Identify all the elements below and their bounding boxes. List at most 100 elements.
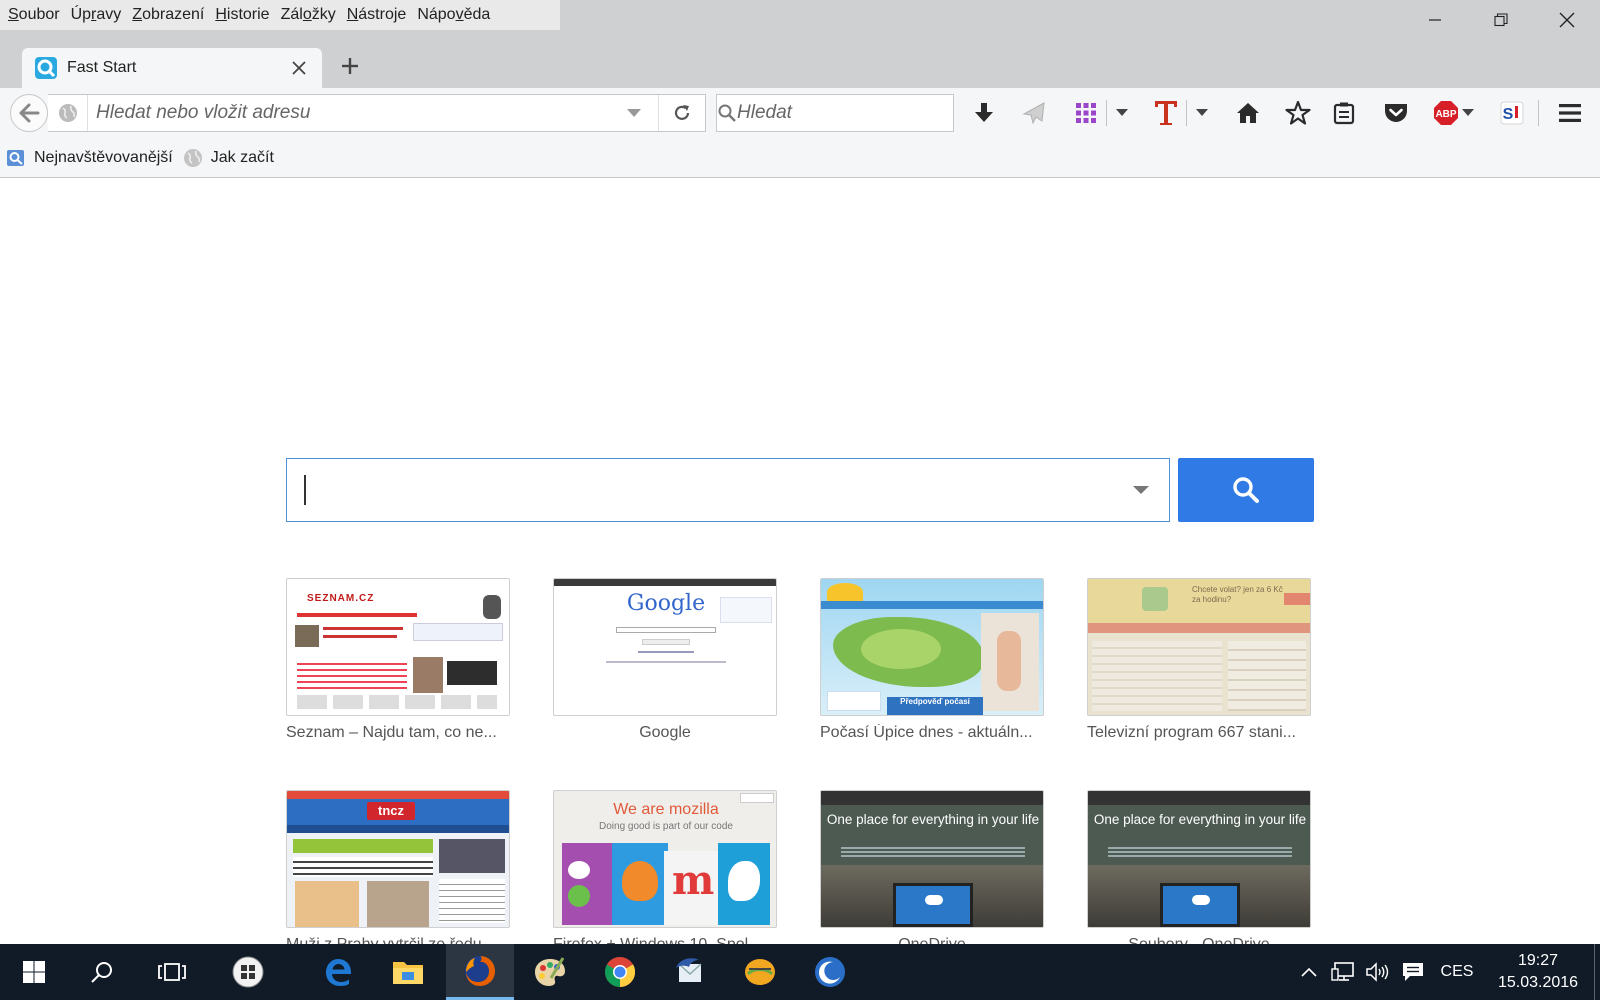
paper-plane-icon xyxy=(1022,102,1045,125)
downloads-button[interactable] xyxy=(968,97,1000,129)
file-explorer-app-button[interactable] xyxy=(374,944,442,1000)
minimize-button[interactable] xyxy=(1402,0,1468,40)
show-hidden-icons-button[interactable] xyxy=(1296,944,1322,1000)
tile-label: Muži z Prahy vytrčil ze ředu... xyxy=(286,936,510,944)
close-window-button[interactable] xyxy=(1534,0,1600,40)
web-search-input[interactable] xyxy=(737,102,984,124)
back-button[interactable] xyxy=(10,94,48,132)
tile-thumbnail: Google xyxy=(553,578,777,716)
download-arrow-icon xyxy=(975,103,993,122)
menu-upravy[interactable]: Úpravy xyxy=(69,6,131,24)
url-history-dropdown[interactable] xyxy=(609,95,659,131)
menu-nastroje[interactable]: Nástroje xyxy=(345,6,416,24)
menu-historie[interactable]: Historie xyxy=(213,6,278,24)
toolbar-separator xyxy=(1106,100,1107,126)
tile-televizni-program[interactable]: Chcete volat? jen za 6 Kč za hodinu? Tel… xyxy=(1087,578,1311,742)
speed-dial-dropdown[interactable] xyxy=(1114,97,1130,129)
sunbird-app-button[interactable] xyxy=(726,944,794,1000)
taskbar-search-button[interactable] xyxy=(68,944,136,1000)
chevron-down-icon xyxy=(626,109,641,117)
pocket-button[interactable] xyxy=(1380,97,1412,129)
windows-start-icon xyxy=(23,961,45,983)
tab-close-button[interactable] xyxy=(284,53,314,83)
tile-label: OneDrive xyxy=(820,936,1044,944)
bookmark-most-visited[interactable]: Nejnavštěvovanější xyxy=(6,148,173,168)
moon-icon xyxy=(815,957,845,987)
tile-seznam[interactable]: SEZNAM.CZ Seznam – Najdu tam, co ne... xyxy=(286,578,510,742)
site-identity-button[interactable] xyxy=(48,95,88,131)
chevron-down-icon xyxy=(1196,109,1208,116)
menu-bar: Soubor Úpravy Zobrazení Historie Záložky… xyxy=(0,0,560,30)
tile-tn-cz[interactable]: tncz Muži z Prahy vytrčil ze ředu... xyxy=(286,790,510,944)
fast-start-search-input[interactable] xyxy=(306,460,1121,520)
tile-label: Soubory - OneDrive xyxy=(1087,936,1311,944)
network-tray-button[interactable] xyxy=(1328,944,1358,1000)
tile-pocasi[interactable]: Předpověď počasí Počasí Úpice dnes - akt… xyxy=(820,578,1044,742)
tab-fast-start[interactable]: Fast Start xyxy=(22,48,322,88)
search-suggestions-dropdown[interactable] xyxy=(1121,460,1161,520)
most-visited-icon xyxy=(6,148,26,168)
bookmarks-menu-button[interactable] xyxy=(1328,97,1360,129)
letter-t-icon xyxy=(1155,101,1177,125)
tile-onedrive-files[interactable]: One place for everything in your life So… xyxy=(1087,790,1311,944)
bookmarks-toolbar: Nejnavštěvovanější Jak začít xyxy=(0,138,1600,178)
menu-zalozky[interactable]: Záložky xyxy=(279,6,345,24)
edge-app-button[interactable] xyxy=(304,944,372,1000)
bookmark-getting-started[interactable]: Jak začít xyxy=(183,148,274,168)
tile-mozilla[interactable]: We are mozilla Doing good is part of our… xyxy=(553,790,777,944)
tab-title: Fast Start xyxy=(67,59,137,76)
text-tool-dropdown[interactable] xyxy=(1194,97,1210,129)
paint-app-button[interactable] xyxy=(516,944,584,1000)
restore-button[interactable] xyxy=(1468,0,1534,40)
send-button[interactable] xyxy=(1018,97,1050,129)
input-language-button[interactable]: CES xyxy=(1434,944,1480,1000)
menu-zobrazeni[interactable]: Zobrazení xyxy=(130,6,213,24)
speed-dial-button[interactable] xyxy=(1070,97,1102,129)
new-tab-button[interactable] xyxy=(334,50,366,82)
show-desktop-button[interactable] xyxy=(1594,944,1595,1000)
fast-start-search-button[interactable] xyxy=(1178,458,1314,522)
search-engine-button[interactable] xyxy=(717,103,737,123)
adblock-dropdown[interactable] xyxy=(1460,97,1476,129)
reload-button[interactable] xyxy=(659,95,705,131)
chevron-down-icon xyxy=(1133,486,1149,494)
edge-icon xyxy=(326,959,351,986)
store-app-button[interactable] xyxy=(214,944,282,1000)
action-center-button[interactable] xyxy=(1396,944,1430,1000)
url-input[interactable] xyxy=(88,102,609,124)
open-menu-button[interactable] xyxy=(1554,97,1586,129)
firefox-icon xyxy=(465,955,495,986)
tile-google[interactable]: Google Google xyxy=(553,578,777,742)
bookmark-label: Jak začít xyxy=(210,148,274,166)
star-icon xyxy=(1285,100,1311,125)
moon-app-button[interactable] xyxy=(796,944,864,1000)
menu-napoveda[interactable]: Nápověda xyxy=(415,6,499,24)
taskbar-clock[interactable]: 19:27 15.03.2016 xyxy=(1490,950,1586,994)
home-button[interactable] xyxy=(1232,97,1264,129)
tile-onedrive[interactable]: One place for everything in your life On… xyxy=(820,790,1044,944)
chevron-down-icon xyxy=(1462,109,1474,116)
addon-s-button[interactable]: S xyxy=(1496,97,1528,129)
thumb-caption: Předpověď počasí xyxy=(887,697,983,715)
sunbird-icon xyxy=(745,959,775,985)
store-icon xyxy=(232,956,264,988)
chevron-down-icon xyxy=(1116,109,1128,116)
volume-tray-button[interactable] xyxy=(1362,944,1392,1000)
tile-thumbnail: Předpověď počasí xyxy=(820,578,1044,716)
task-view-button[interactable] xyxy=(138,944,206,1000)
text-tool-button[interactable] xyxy=(1150,97,1182,129)
fast-start-search-box xyxy=(286,458,1170,522)
tile-label: Firefox + Windows 10. Spol... xyxy=(553,936,777,944)
thunderbird-app-button[interactable] xyxy=(656,944,724,1000)
start-button[interactable] xyxy=(0,944,68,1000)
adblock-plus-button[interactable]: ABP xyxy=(1430,97,1462,129)
bookmark-star-button[interactable] xyxy=(1282,97,1314,129)
chevron-up-icon xyxy=(1301,967,1317,977)
chrome-app-button[interactable] xyxy=(586,944,654,1000)
menu-soubor[interactable]: Soubor xyxy=(6,6,69,24)
tile-thumbnail: Chcete volat? jen za 6 Kč za hodinu? xyxy=(1087,578,1311,716)
search-icon xyxy=(1233,477,1259,503)
page-content: SEZNAM.CZ Seznam – Najdu tam, co ne... G… xyxy=(0,178,1600,944)
tile-label: Google xyxy=(639,724,691,741)
firefox-app-button[interactable] xyxy=(446,944,514,1000)
